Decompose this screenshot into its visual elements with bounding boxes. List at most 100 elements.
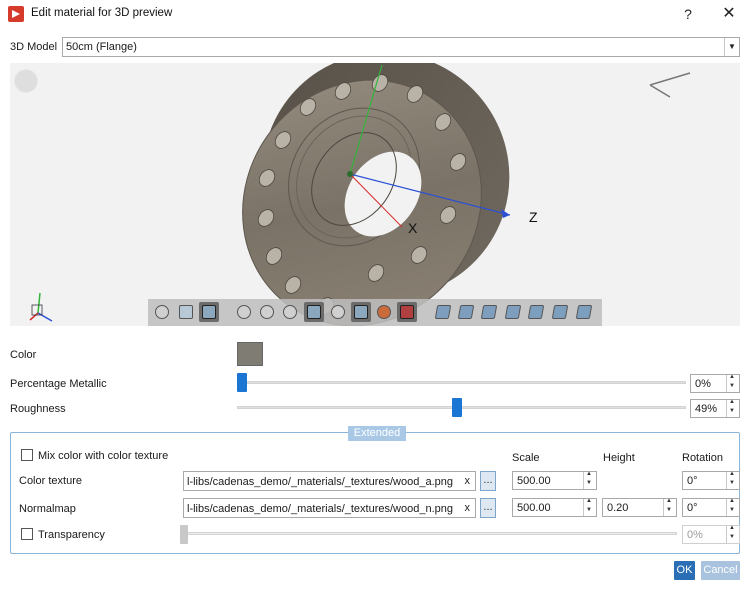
cube-top-icon: [504, 305, 522, 319]
color-texture-scale-spinbox[interactable]: 500.00: [512, 471, 597, 490]
roughness-value: 49%: [695, 403, 718, 415]
metallic-stepper[interactable]: [726, 374, 739, 392]
color-texture-label: Color texture: [19, 475, 82, 487]
section-icon: [283, 305, 297, 319]
color-label: Color: [10, 349, 37, 361]
grid-button[interactable]: [328, 302, 348, 322]
zoom-fit-icon: [260, 305, 274, 319]
chevron-down-icon[interactable]: ▼: [724, 38, 739, 56]
color-texture-browse-button[interactable]: ...: [480, 471, 496, 491]
transparency-spinbox[interactable]: 0%: [682, 525, 740, 544]
normalmap-height-stepper[interactable]: [663, 498, 676, 516]
title-bar: Edit material for 3D preview ? ✕: [0, 0, 750, 28]
view-wireframe-button[interactable]: [152, 302, 172, 322]
metallic-slider-thumb[interactable]: [237, 373, 247, 392]
cancel-button[interactable]: Cancel: [701, 561, 740, 580]
transparency-stepper[interactable]: [726, 525, 739, 543]
roughness-label: Roughness: [10, 403, 66, 415]
roughness-spinbox[interactable]: 49%: [690, 399, 740, 418]
color-texture-rotation-stepper[interactable]: [726, 471, 739, 489]
material-ball-icon: [377, 305, 391, 319]
transparency-value: 0%: [687, 529, 703, 541]
texture-button[interactable]: [351, 302, 371, 322]
cube-front-icon: [457, 305, 475, 319]
app-icon: [8, 6, 24, 22]
normalmap-height: 0.20: [607, 502, 629, 514]
color-texture-rotation: 0°: [687, 475, 698, 487]
color-texture-rotation-spinbox[interactable]: 0°: [682, 471, 740, 490]
transparency-checkbox[interactable]: [21, 528, 33, 540]
normalmap-scale-stepper[interactable]: [583, 498, 596, 516]
cube-right-icon: [480, 305, 498, 319]
roughness-stepper[interactable]: [726, 399, 739, 417]
normalmap-label: Normalmap: [19, 503, 76, 515]
roughness-slider-thumb[interactable]: [452, 398, 463, 417]
stereo-button[interactable]: [397, 302, 417, 322]
axis-origin: [347, 171, 353, 177]
3d-preview-viewport[interactable]: X Z: [10, 63, 740, 326]
view-shaded-edges-button[interactable]: [199, 302, 219, 322]
view-top-button[interactable]: [503, 302, 523, 322]
normalmap-browse-button[interactable]: ...: [480, 498, 496, 518]
mix-color-checkbox[interactable]: [21, 449, 33, 461]
color-texture-path-input[interactable]: l-libs/cadenas_demo/_materials/_textures…: [183, 471, 476, 491]
help-button[interactable]: ?: [678, 4, 698, 24]
zoom-fit-button[interactable]: [257, 302, 277, 322]
rotation-header: Rotation: [682, 452, 723, 464]
transparency-slider-thumb[interactable]: [180, 525, 188, 544]
cube-left-icon: [551, 305, 569, 319]
dimension-button[interactable]: [304, 302, 324, 322]
color-texture-clear-button[interactable]: x: [465, 475, 471, 487]
view-shaded-button[interactable]: [176, 302, 196, 322]
zoom-button[interactable]: [234, 302, 254, 322]
ok-button[interactable]: OK: [674, 561, 695, 580]
ruler-icon: [307, 305, 321, 319]
material-button[interactable]: [374, 302, 394, 322]
normalmap-scale: 500.00: [517, 502, 551, 514]
orientation-triad-icon: [29, 292, 53, 322]
normalmap-height-spinbox[interactable]: 0.20: [602, 498, 677, 517]
model-select-value: 50cm (Flange): [66, 41, 137, 53]
normalmap-scale-spinbox[interactable]: 500.00: [512, 498, 597, 517]
normalmap-rotation: 0°: [687, 502, 698, 514]
extended-toggle[interactable]: Extended: [348, 426, 406, 441]
view-right-button[interactable]: [479, 302, 499, 322]
normalmap-path: l-libs/cadenas_demo/_materials/_textures…: [187, 503, 453, 515]
metallic-spinbox[interactable]: 0%: [690, 374, 740, 393]
section-button[interactable]: [280, 302, 300, 322]
cylinder-wire-icon: [155, 305, 169, 319]
axis-x-label: X: [408, 220, 418, 236]
scale-header: Scale: [512, 452, 540, 464]
metallic-slider-track[interactable]: [237, 381, 686, 384]
stereo-glasses-icon[interactable]: [649, 63, 700, 98]
model-label: 3D Model: [10, 41, 58, 53]
magnifier-icon: [237, 305, 251, 319]
normalmap-rotation-stepper[interactable]: [726, 498, 739, 516]
view-left-button[interactable]: [550, 302, 570, 322]
transparency-label: Transparency: [38, 529, 105, 541]
model-select[interactable]: 50cm (Flange) ▼: [62, 37, 740, 57]
color-texture-scale: 500.00: [517, 475, 551, 487]
view-front-button[interactable]: [456, 302, 476, 322]
color-swatch[interactable]: [237, 342, 263, 366]
stereo-icon: [400, 305, 414, 319]
cube-iso-icon: [434, 305, 452, 319]
normalmap-clear-button[interactable]: x: [465, 502, 471, 514]
grid-icon: [331, 305, 345, 319]
flange-render: X Z: [29, 63, 700, 326]
color-texture-scale-stepper[interactable]: [583, 471, 596, 489]
view-bottom-button[interactable]: [574, 302, 594, 322]
mix-color-label: Mix color with color texture: [38, 450, 169, 462]
metallic-label: Percentage Metallic: [10, 378, 107, 390]
color-texture-path: l-libs/cadenas_demo/_materials/_textures…: [187, 476, 453, 488]
cylinder-shaded-icon: [179, 305, 193, 319]
height-header: Height: [603, 452, 635, 464]
close-button[interactable]: ✕: [718, 4, 740, 24]
view-back-button[interactable]: [526, 302, 546, 322]
cube-bottom-icon: [575, 305, 593, 319]
transparency-slider-track[interactable]: [180, 532, 677, 535]
view-toolbar: [148, 299, 602, 326]
view-iso-button[interactable]: [433, 302, 453, 322]
normalmap-rotation-spinbox[interactable]: 0°: [682, 498, 740, 517]
normalmap-path-input[interactable]: l-libs/cadenas_demo/_materials/_textures…: [183, 498, 476, 518]
